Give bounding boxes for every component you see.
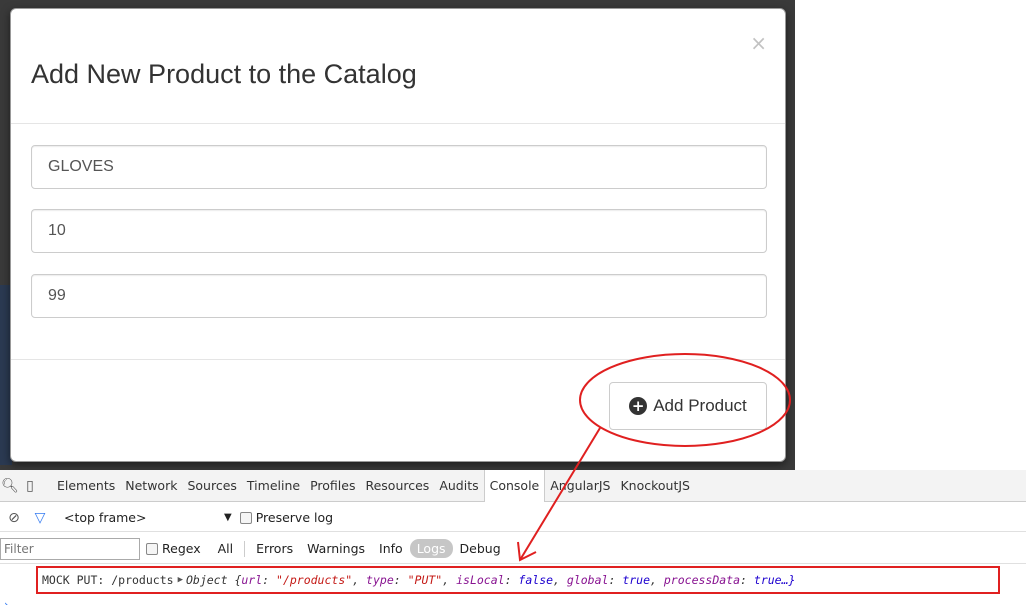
product-name-input[interactable]: [31, 145, 767, 189]
tab-audits[interactable]: Audits: [434, 478, 483, 493]
inspect-search-icon[interactable]: 🔍︎: [0, 478, 20, 494]
console-prompt-icon[interactable]: ›: [4, 598, 9, 605]
level-errors[interactable]: Errors: [249, 541, 300, 556]
obj-key: global: [566, 573, 609, 587]
console-filter-bar: Regex All Errors Warnings Info Logs Debu…: [0, 534, 1026, 564]
level-all[interactable]: All: [211, 541, 241, 556]
modal-title: Add New Product to the Catalog: [31, 59, 417, 89]
devtools-panel: 🔍︎ ▯ Elements Network Sources Timeline P…: [0, 469, 1026, 605]
close-icon[interactable]: ×: [750, 31, 767, 55]
product-price-input[interactable]: [31, 274, 767, 318]
tab-network[interactable]: Network: [120, 478, 182, 493]
console-toolbar: ⊘ ▽ <top frame> ▼ Preserve log: [0, 504, 1026, 532]
obj-key: type: [366, 573, 394, 587]
add-product-button[interactable]: + Add Product: [609, 382, 767, 430]
modal-footer: + Add Product: [11, 359, 785, 463]
regex-label: Regex: [162, 541, 201, 556]
obj-key: processData: [663, 573, 741, 587]
plus-circle-icon: +: [629, 397, 648, 415]
obj-value: false: [518, 573, 554, 587]
level-debug[interactable]: Debug: [453, 541, 508, 556]
filter-funnel-icon[interactable]: ▽: [30, 510, 50, 526]
preserve-log-checkbox[interactable]: [239, 511, 252, 524]
obj-value: "/products": [276, 573, 353, 587]
obj-value: "PUT": [407, 573, 443, 587]
filter-input[interactable]: [0, 537, 140, 560]
level-info[interactable]: Info: [372, 541, 410, 556]
devtools-tabbar: 🔍︎ ▯ Elements Network Sources Timeline P…: [0, 469, 1026, 502]
tab-sources[interactable]: Sources: [182, 478, 241, 493]
tab-timeline[interactable]: Timeline: [242, 478, 305, 493]
modal-body: [11, 124, 785, 359]
tab-knockoutjs[interactable]: KnockoutJS: [615, 478, 695, 493]
tab-resources[interactable]: Resources: [360, 478, 434, 493]
add-product-label: Add Product: [653, 396, 747, 415]
regex-checkbox[interactable]: [146, 542, 158, 555]
level-separator: [244, 540, 246, 557]
log-message: MOCK PUT: /products: [42, 573, 174, 587]
expand-triangle-icon[interactable]: ▶: [178, 575, 183, 585]
screenshot-stage: { "modal": { "title": "Add New Product t…: [0, 0, 1026, 605]
obj-key: isLocal: [456, 573, 505, 587]
tab-profiles[interactable]: Profiles: [305, 478, 360, 493]
object-prefix[interactable]: Object {: [186, 573, 241, 587]
modal-header: Add New Product to the Catalog ×: [11, 9, 785, 124]
obj-value: true…}: [753, 573, 796, 587]
clear-console-icon[interactable]: ⊘: [4, 510, 24, 526]
add-product-modal: Add New Product to the Catalog × + Add P…: [10, 8, 786, 462]
console-log-line: MOCK PUT: /products ▶ Object { url: "/pr…: [36, 566, 1000, 594]
tab-angularjs[interactable]: AngularJS: [545, 478, 615, 493]
tab-elements[interactable]: Elements: [52, 478, 120, 493]
level-logs[interactable]: Logs: [409, 539, 453, 558]
obj-value: true: [622, 573, 651, 587]
preserve-log-label: Preserve log: [255, 510, 334, 525]
device-mode-icon[interactable]: ▯: [20, 478, 40, 494]
tab-console[interactable]: Console: [483, 469, 546, 502]
frame-dropdown-icon[interactable]: ▼: [224, 512, 232, 523]
product-quantity-input[interactable]: [31, 209, 767, 253]
obj-key: url: [241, 573, 263, 587]
frame-selector[interactable]: <top frame>: [64, 510, 224, 525]
level-warnings[interactable]: Warnings: [300, 541, 372, 556]
